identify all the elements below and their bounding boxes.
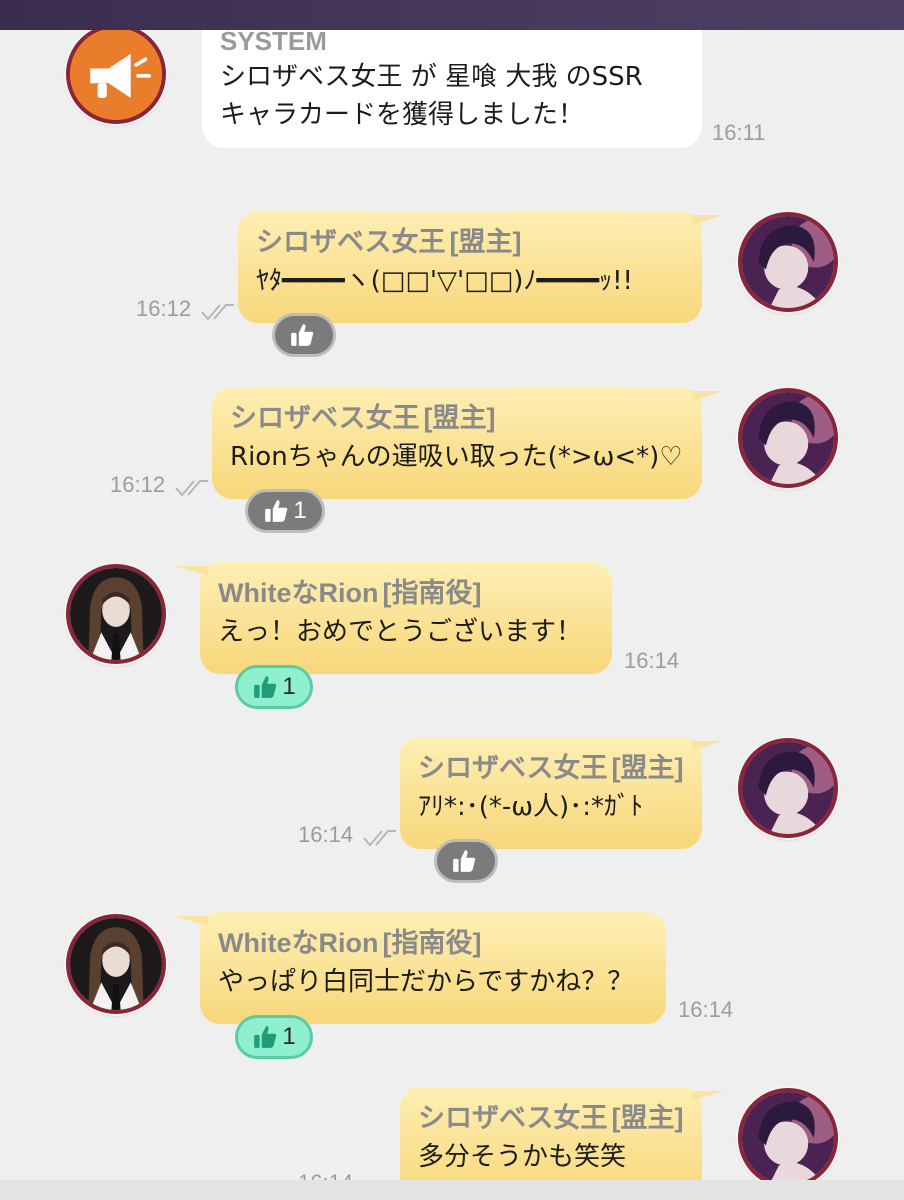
- thumbs-up-icon: [265, 500, 288, 522]
- like-button[interactable]: 1: [245, 489, 325, 533]
- like-count: 1: [282, 1023, 296, 1050]
- bubble-tail: [692, 741, 724, 751]
- message-time: 16:14: [624, 648, 680, 673]
- like-button[interactable]: 1: [235, 1015, 313, 1059]
- read-check-icon: [363, 830, 396, 847]
- chat-log[interactable]: SYSTEM シロザベス女王 が 星喰 大我 のSSR キャラカードを獲得しまし…: [0, 30, 904, 1180]
- like-count: 1: [282, 673, 296, 700]
- message-time: 16:14: [298, 1170, 353, 1180]
- message-bubble[interactable]: SYSTEM シロザベス女王 が 星喰 大我 のSSR キャラカードを獲得しまし…: [202, 30, 702, 148]
- bubble-tail: [692, 391, 724, 401]
- megaphone-icon: [70, 30, 162, 120]
- user-portrait-image: [742, 1092, 834, 1180]
- message-text: キャラカードを獲得しました！: [220, 100, 585, 130]
- read-check-icon: [201, 304, 234, 321]
- user-avatar[interactable]: [66, 914, 166, 1014]
- top-status-bar: [0, 0, 904, 30]
- message-time: 16:14: [298, 822, 354, 847]
- bottom-bar: [0, 1180, 904, 1200]
- sender-name: WhiteなRion [指南役]: [218, 578, 482, 608]
- like-button[interactable]: [434, 839, 498, 883]
- user-avatar[interactable]: [738, 388, 838, 488]
- user-avatar[interactable]: [738, 738, 838, 838]
- like-button[interactable]: [272, 313, 336, 357]
- user-portrait-image: [742, 392, 834, 484]
- sender-name: シロザベス女王 [盟主]: [418, 1103, 684, 1133]
- sender-name: WhiteなRion [指南役]: [218, 928, 482, 958]
- like-button[interactable]: 1: [235, 665, 313, 709]
- system-avatar[interactable]: [66, 30, 166, 124]
- bubble-tail: [692, 215, 724, 225]
- message-text: シロザベス女王 が 星喰 大我 のSSR: [220, 62, 643, 92]
- sender-name: シロザベス女王 [盟主]: [418, 753, 684, 783]
- user-avatar[interactable]: [738, 1088, 838, 1180]
- thumbs-up-icon: [254, 1026, 277, 1048]
- message-time: 16:12: [110, 472, 166, 497]
- message-text: えっ！おめでとうございます！: [218, 617, 583, 647]
- user-portrait-image: [742, 216, 834, 308]
- message-time: 16:11: [712, 120, 766, 145]
- thumbs-up-icon: [453, 850, 476, 872]
- bubble-tail: [174, 916, 208, 926]
- read-check-icon: [175, 480, 208, 497]
- message-time: 16:14: [678, 997, 734, 1022]
- sender-name: シロザベス女王 [盟主]: [256, 227, 522, 257]
- message-text: 多分そうかも笑笑: [418, 1142, 627, 1172]
- message-time: 16:12: [136, 296, 192, 321]
- bubble-tail: [692, 1091, 724, 1101]
- message-bubble[interactable]: WhiteなRion [指南役] えっ！おめでとうございます！: [174, 562, 612, 674]
- thumbs-up-icon: [254, 676, 277, 698]
- sender-name: SYSTEM: [220, 30, 327, 56]
- user-portrait-image: [742, 742, 834, 834]
- message-bubble[interactable]: シロザベス女王 [盟主] Rionちゃんの運吸い取った(*>ω<*)♡: [212, 387, 724, 499]
- sender-name: シロザベス女王 [盟主]: [230, 403, 496, 433]
- message-text: Rionちゃんの運吸い取った(*>ω<*)♡: [230, 442, 683, 472]
- thumbs-up-icon: [291, 324, 314, 346]
- message-bubble[interactable]: シロザベス女王 [盟主] ﾔﾀ━━━━ヽ(□□'▽'□□)ﾉ━━━━ｯ!!: [238, 211, 724, 323]
- message-text: やっぱり白同士だからですかね？？: [218, 967, 634, 997]
- message-bubble[interactable]: シロザベス女王 [盟主] 多分そうかも笑笑: [400, 1087, 724, 1180]
- user-portrait-image: [70, 568, 162, 660]
- like-count: 1: [293, 497, 307, 524]
- message-text: ｱﾘ*:･(*-ω人)･:*ｶﾞﾄ: [418, 792, 643, 822]
- message-bubble[interactable]: シロザベス女王 [盟主] ｱﾘ*:･(*-ω人)･:*ｶﾞﾄ: [400, 737, 724, 849]
- user-portrait-image: [70, 918, 162, 1010]
- message-text: ﾔﾀ━━━━ヽ(□□'▽'□□)ﾉ━━━━ｯ!!: [256, 266, 633, 296]
- bubble-tail: [174, 566, 208, 576]
- user-avatar[interactable]: [738, 212, 838, 312]
- user-avatar[interactable]: [66, 564, 166, 664]
- message-bubble[interactable]: WhiteなRion [指南役] やっぱり白同士だからですかね？？: [174, 912, 666, 1024]
